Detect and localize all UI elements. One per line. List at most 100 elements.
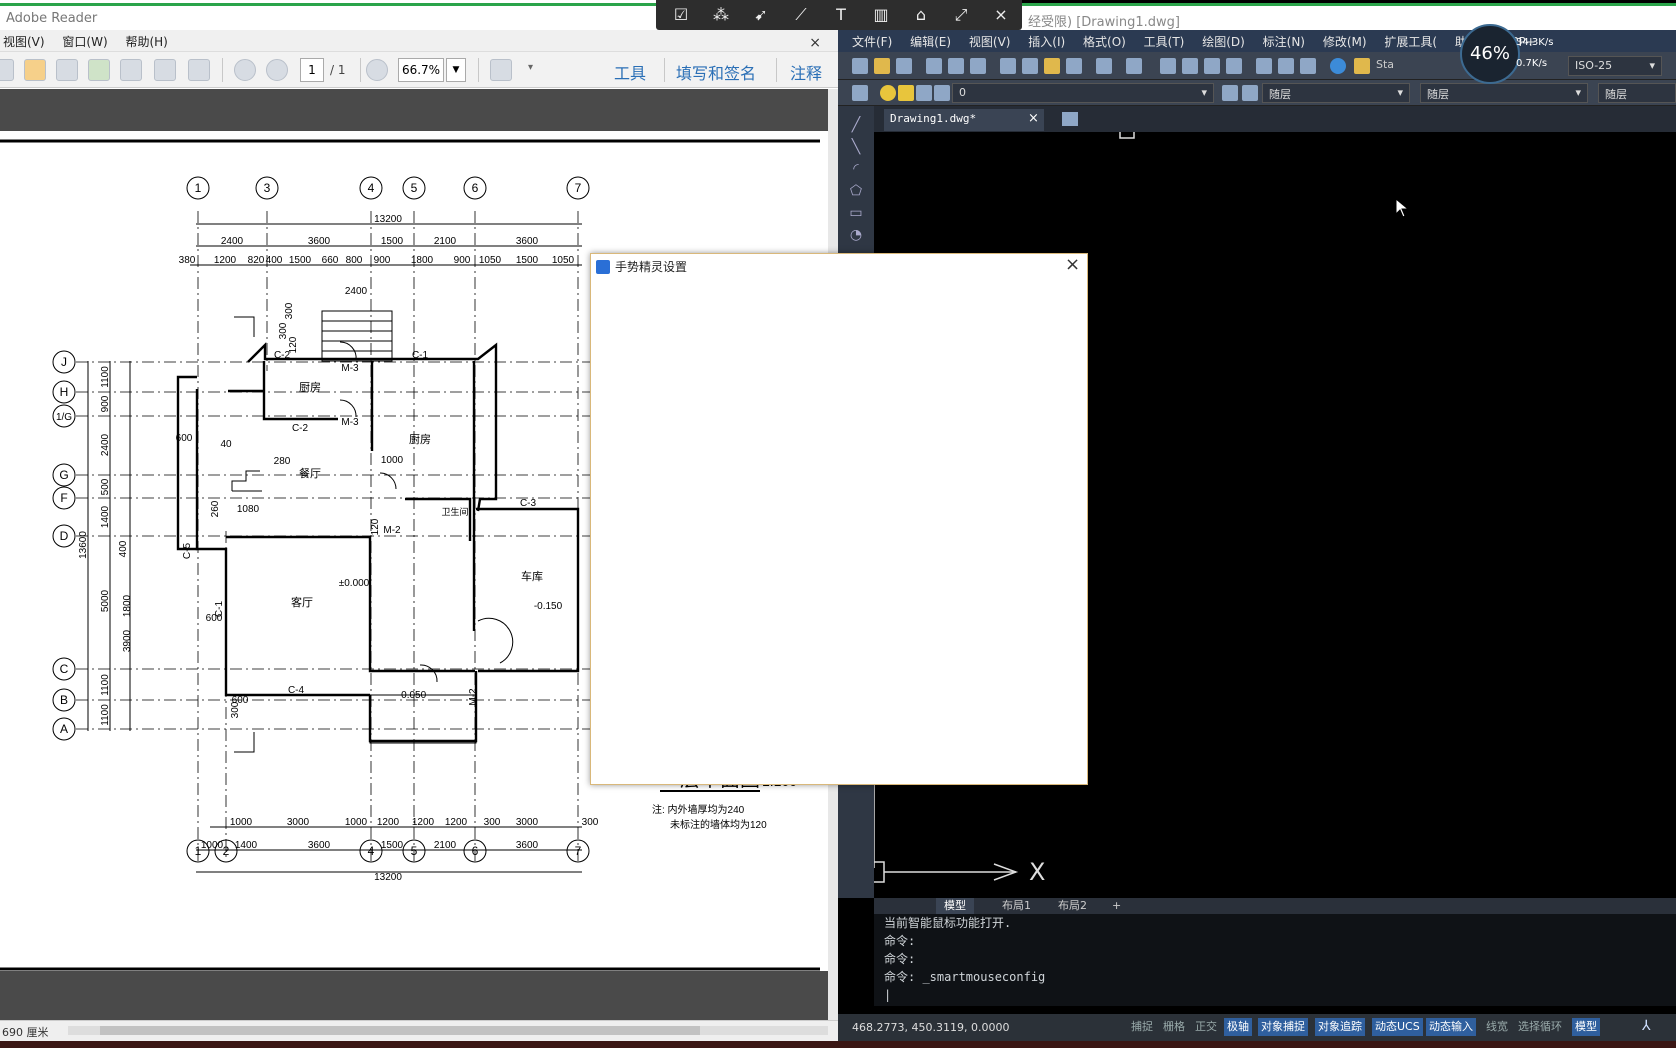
cad-menu-modify[interactable]: 修改(M) [1323,33,1367,50]
status-ducs[interactable]: 动态UCS [1372,1018,1423,1036]
cad-menu-format[interactable]: 格式(O) [1083,33,1126,50]
tab-layout1[interactable]: 布局1 [994,898,1039,914]
status-lineweight[interactable]: 线宽 [1483,1018,1511,1036]
status-dyn[interactable]: 动态输入 [1426,1018,1476,1036]
cad-menu-insert[interactable]: 插入(I) [1028,33,1065,50]
email-icon[interactable] [188,59,210,81]
menu-view[interactable]: 视图(V) [0,33,48,50]
tab-add-layout[interactable]: + [1104,898,1129,914]
text-style-icon[interactable] [1354,58,1370,74]
document-tab[interactable]: Drawing1.dwg* [884,109,1044,131]
save-icon[interactable] [120,59,142,81]
lineweight-select[interactable]: 随层 [1598,83,1676,103]
zoom-previous-icon[interactable] [1226,58,1242,74]
status-grid[interactable]: 栅格 [1160,1018,1188,1036]
performance-gauge[interactable]: 46% [1460,24,1520,84]
make-current-icon[interactable] [1222,85,1238,101]
layer-previous-icon[interactable] [1242,85,1258,101]
rectangle-tool-icon[interactable]: ▭ [847,204,865,222]
menu-window[interactable]: 窗口(W) [59,33,110,50]
circle-tool-icon[interactable]: ◔ [847,226,865,244]
cad-menu-ext-tools[interactable]: 扩展工具( [1384,33,1437,50]
print-icon[interactable] [926,58,942,74]
toolbar-more-icon[interactable]: ▾ [528,62,533,73]
globe-icon[interactable] [1330,58,1346,74]
fit-page-icon[interactable] [490,59,512,81]
status-osnap[interactable]: 对象捕捉 [1258,1018,1308,1036]
layer-lock-icon[interactable] [916,85,932,101]
open-icon[interactable] [874,58,890,74]
page-number-input[interactable]: 1 [300,58,324,82]
comment-link[interactable]: 注释 [790,60,822,84]
pan-icon[interactable] [1160,58,1176,74]
cad-menu-view[interactable]: 视图(V) [969,33,1011,50]
color-select[interactable]: 随层 ▾ [1262,83,1410,103]
zoom-window-icon[interactable] [1204,58,1220,74]
preview-icon[interactable] [948,58,964,74]
expand-icon[interactable]: ⤢ [948,4,974,26]
zoom-input[interactable]: 66.7% [398,58,444,82]
redo-icon[interactable] [1126,58,1142,74]
cad-menu-draw[interactable]: 绘图(D) [1202,33,1245,50]
status-otrack[interactable]: 对象追踪 [1315,1018,1365,1036]
chevron-down-icon[interactable]: ▼ [446,58,466,82]
reader-scroll-thumb[interactable] [100,1026,700,1035]
fill-sign-link[interactable]: 填写和签名 [676,60,756,84]
cad-menu-tools[interactable]: 工具(T) [1144,33,1185,50]
select-icon[interactable]: ⁂ [708,4,734,26]
tools-link[interactable]: 工具 [614,60,646,84]
tab-layout2[interactable]: 布局2 [1050,898,1095,914]
layer-manager-icon[interactable] [852,85,868,101]
properties-icon[interactable] [1256,58,1272,74]
cloud-icon[interactable] [88,59,110,81]
status-ortho[interactable]: 正交 [1192,1018,1220,1036]
undo-icon[interactable] [1096,58,1112,74]
dim-style-select[interactable]: ISO-25 ▾ [1568,56,1662,76]
line-tool-icon[interactable]: ╱ [847,116,865,134]
command-input[interactable]: | [884,986,1666,1004]
trash-icon[interactable]: ⌂ [908,4,934,26]
move-icon[interactable]: ➹ [748,4,774,26]
zoom-icon[interactable] [1182,58,1198,74]
cad-menu-dimension[interactable]: 标注(N) [1263,33,1305,50]
tool-palette-icon[interactable] [1300,58,1316,74]
arc-tool-icon[interactable]: ◜ [847,160,865,178]
command-window[interactable]: 当前智能鼠标功能打开. 命令: 命令: 命令: _smartmouseconfi… [874,914,1676,1006]
dialog-close-button[interactable]: × [1065,254,1080,275]
page-up-icon[interactable] [234,59,256,81]
tab-model[interactable]: 模型 [936,898,974,914]
status-selection-cycle[interactable]: 选择循环 [1515,1018,1565,1036]
cad-menu-edit[interactable]: 编辑(E) [910,33,951,50]
checkbox-icon[interactable]: ☑ [668,4,694,26]
paste-icon[interactable] [1044,58,1060,74]
edit-icon[interactable] [56,59,78,81]
ray-tool-icon[interactable]: ╲ [847,138,865,156]
cut-icon[interactable] [1000,58,1016,74]
new-icon[interactable] [852,58,868,74]
create-pdf-icon[interactable] [24,59,46,81]
match-prop-icon[interactable] [1066,58,1082,74]
status-model[interactable]: 模型 [1572,1018,1600,1036]
line-edit-icon[interactable]: ⟋ [788,4,814,26]
polygon-tool-icon[interactable]: ⬠ [847,182,865,200]
menu-help[interactable]: 帮助(H) [122,33,170,50]
linetype-select[interactable]: 随层 ▾ [1420,83,1588,103]
document-tab-close-button[interactable]: × [1028,111,1039,126]
close-icon[interactable]: × [988,4,1014,26]
text-style-select[interactable]: Sta [1376,58,1394,71]
cad-menu-file[interactable]: 文件(F) [852,33,892,50]
layer-freeze-icon[interactable] [898,85,914,101]
new-tab-icon[interactable] [1062,112,1078,126]
reader-doc-close-button[interactable]: × [806,35,824,51]
print-icon[interactable] [154,59,176,81]
publish-icon[interactable] [970,58,986,74]
layer-on-icon[interactable] [880,85,896,101]
layer-color-icon[interactable] [934,85,950,101]
open-icon[interactable] [0,59,14,81]
text-icon[interactable]: T [828,4,854,26]
status-polar[interactable]: 极轴 [1224,1018,1252,1036]
delete-icon[interactable]: ▥ [868,4,894,26]
copy-icon[interactable] [1022,58,1038,74]
design-center-icon[interactable] [1278,58,1294,74]
zoom-out-icon[interactable] [366,59,388,81]
